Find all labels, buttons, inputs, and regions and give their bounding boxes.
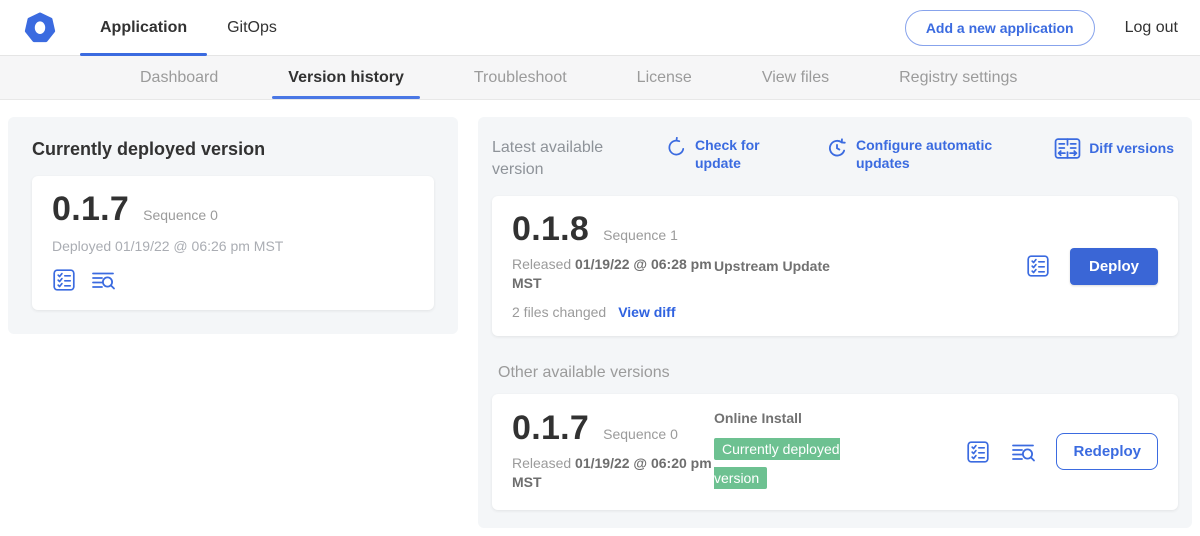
deployed-card-title: Currently deployed version (32, 139, 434, 160)
latest-files-changed-line: 2 files changed View diff (512, 304, 712, 320)
files-changed-text: 2 files changed (512, 304, 606, 320)
released-label: Released (512, 256, 571, 272)
refresh-icon (666, 137, 687, 158)
deploy-button[interactable]: Deploy (1070, 248, 1158, 285)
release-notes-icon[interactable] (966, 440, 990, 464)
other-actions: Redeploy (966, 433, 1158, 470)
deployed-version-card: 0.1.7 Sequence 0 Deployed 01/19/22 @ 06:… (32, 176, 434, 310)
configure-automatic-updates-link[interactable]: Configure automatic updates (826, 137, 994, 172)
latest-available-title: Latest available version (492, 137, 658, 180)
other-source-label: Online Install (714, 410, 966, 426)
diff-versions-label: Diff versions (1089, 140, 1174, 158)
available-panel-header: Latest available version Check for updat… (492, 137, 1178, 180)
other-version-number: 0.1.7 (512, 411, 589, 447)
release-notes-icon[interactable] (52, 268, 76, 292)
tab-gitops[interactable]: GitOps (207, 0, 297, 55)
subnav-tab-view-files[interactable]: View files (746, 56, 845, 99)
top-navbar: Application GitOps Add a new application… (0, 0, 1200, 56)
subnav-license-label: License (637, 69, 692, 87)
tab-application[interactable]: Application (80, 0, 207, 55)
other-version-info: 0.1.7 Sequence 0 Released 01/19/22 @ 06:… (512, 411, 712, 493)
kots-admin-console: Application GitOps Add a new application… (0, 0, 1200, 536)
top-nav-tabs: Application GitOps (80, 0, 297, 55)
deployed-timestamp: Deployed 01/19/22 @ 06:26 pm MST (52, 238, 414, 254)
currently-deployed-badge: Currently deployed version (714, 438, 840, 489)
view-diff-link[interactable]: View diff (618, 304, 675, 320)
other-released-timestamp: Released 01/19/22 @ 06:20 pm MST (512, 454, 712, 493)
other-sequence: Sequence 0 (603, 426, 678, 442)
latest-actions: Deploy (1026, 248, 1158, 285)
view-logs-icon[interactable] (90, 268, 116, 292)
redeploy-button[interactable]: Redeploy (1056, 433, 1158, 470)
deployed-sequence: Sequence 0 (143, 207, 218, 223)
topbar-actions: Add a new application Log out (905, 0, 1200, 55)
tab-application-label: Application (100, 19, 187, 37)
deployed-version-line: 0.1.7 Sequence 0 (52, 192, 414, 228)
check-for-update-link[interactable]: Check for update (666, 137, 776, 172)
subnav-tab-troubleshoot[interactable]: Troubleshoot (458, 56, 583, 99)
version-history-page: Currently deployed version 0.1.7 Sequenc… (0, 100, 1200, 536)
diff-versions-link[interactable]: Diff versions (1054, 137, 1174, 160)
subnav-registry-settings-label: Registry settings (899, 69, 1017, 87)
subnav-view-files-label: View files (762, 69, 829, 87)
latest-version-number: 0.1.8 (512, 212, 589, 248)
available-versions-panel: Latest available version Check for updat… (478, 117, 1192, 528)
currently-deployed-card: Currently deployed version 0.1.7 Sequenc… (8, 117, 458, 334)
subnav-tab-dashboard[interactable]: Dashboard (124, 56, 234, 99)
latest-sequence: Sequence 1 (603, 227, 678, 243)
view-logs-icon[interactable] (1010, 440, 1036, 464)
latest-version-line: 0.1.8 Sequence 1 (512, 212, 712, 248)
deployed-version-number: 0.1.7 (52, 192, 129, 228)
check-for-update-label: Check for update (695, 137, 776, 172)
tab-gitops-label: GitOps (227, 19, 277, 37)
configure-automatic-updates-label: Configure automatic updates (856, 137, 994, 172)
other-source-col: Online Install Currently deployed versio… (712, 410, 966, 494)
other-version-line: 0.1.7 Sequence 0 (512, 411, 712, 447)
currently-deployed-badge-wrap: Currently deployed version (714, 436, 874, 494)
add-application-button[interactable]: Add a new application (905, 10, 1095, 46)
release-notes-icon[interactable] (1026, 254, 1050, 278)
latest-source-col: Upstream Update (712, 212, 1026, 320)
subnav-dashboard-label: Dashboard (140, 69, 218, 87)
latest-source-label: Upstream Update (714, 258, 1026, 274)
kots-logo-icon[interactable] (24, 12, 56, 44)
subnav-version-history-label: Version history (288, 69, 404, 87)
subnav-tab-registry-settings[interactable]: Registry settings (883, 56, 1033, 99)
subnav-tab-license[interactable]: License (621, 56, 708, 99)
subnav-troubleshoot-label: Troubleshoot (474, 69, 567, 87)
deployed-icon-row (52, 268, 414, 292)
subnav-tab-version-history[interactable]: Version history (272, 56, 420, 99)
latest-released-timestamp: Released 01/19/22 @ 06:28 pm MST (512, 255, 712, 294)
schedule-update-icon (826, 137, 848, 159)
released-label: Released (512, 455, 571, 471)
version-row-other: 0.1.7 Sequence 0 Released 01/19/22 @ 06:… (492, 394, 1178, 510)
other-versions-title: Other available versions (498, 364, 1178, 382)
latest-version-info: 0.1.8 Sequence 1 Released 01/19/22 @ 06:… (512, 212, 712, 320)
version-row-latest: 0.1.8 Sequence 1 Released 01/19/22 @ 06:… (492, 196, 1178, 336)
logout-link[interactable]: Log out (1125, 19, 1178, 37)
app-subnav: Dashboard Version history Troubleshoot L… (0, 56, 1200, 100)
diff-columns-icon (1054, 137, 1081, 160)
